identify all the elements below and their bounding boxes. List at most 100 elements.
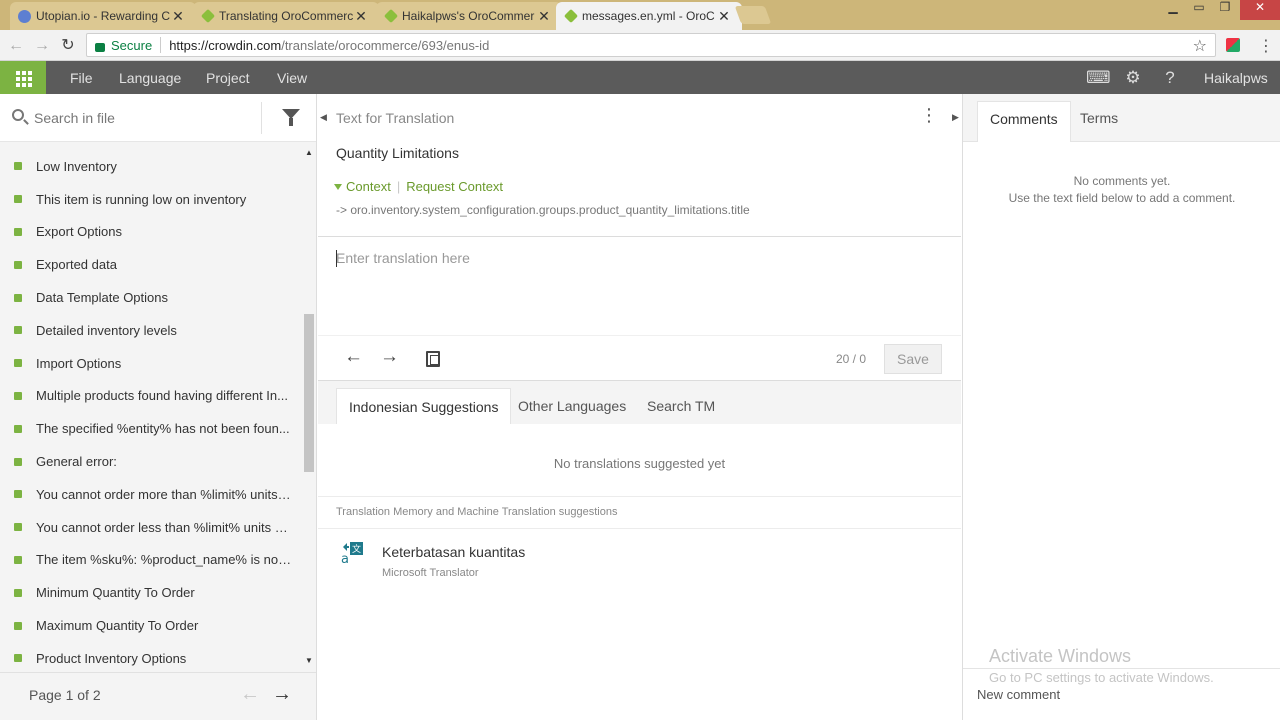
- translated-status-icon: [14, 293, 22, 302]
- tab-indonesian-suggestions[interactable]: Indonesian Suggestions: [336, 388, 512, 424]
- list-item[interactable]: You cannot order more than %limit% units…: [0, 478, 300, 511]
- pagination: Page 1 of 2 ← →: [0, 672, 316, 720]
- forward-icon[interactable]: →: [32, 36, 52, 56]
- list-item[interactable]: You cannot order less than %limit% units…: [0, 511, 300, 544]
- extension-icon[interactable]: [1226, 38, 1240, 52]
- browser-menu-icon[interactable]: ⋮: [1258, 36, 1274, 56]
- menu-view[interactable]: View: [277, 70, 307, 86]
- text-caret: [336, 250, 337, 267]
- new-comment-placeholder: New comment: [977, 687, 1061, 702]
- url-field[interactable]: Secure https://crowdin.com/translate/oro…: [86, 33, 1216, 57]
- list-item[interactable]: Import Options: [0, 347, 300, 380]
- divider: [261, 102, 262, 134]
- suggestion-source: Microsoft Translator: [382, 567, 479, 579]
- close-icon[interactable]: ✕: [536, 8, 552, 25]
- editor-header: Text for Translation: [336, 110, 455, 126]
- apps-grid-icon[interactable]: [0, 61, 46, 94]
- prev-page-icon[interactable]: ←: [240, 683, 260, 706]
- collapse-right-icon[interactable]: ▶: [952, 112, 959, 123]
- address-bar: ← → ↻ Secure https://crowdin.com/transla…: [0, 30, 1280, 61]
- restore-icon[interactable]: ▭: [1186, 0, 1212, 20]
- url-path: /translate/orocommerce/693/enus-id: [281, 37, 490, 53]
- menu-language[interactable]: Language: [119, 70, 181, 86]
- tab-comments[interactable]: Comments: [977, 101, 1071, 142]
- browser-tab[interactable]: Translating OroCommerc ✕: [193, 2, 379, 30]
- window-close-icon[interactable]: ✕: [1240, 0, 1280, 20]
- secure-label: Secure: [111, 37, 153, 53]
- minimize-icon[interactable]: ▁: [1160, 0, 1186, 20]
- list-item[interactable]: The item %sku%: %product_name% is not ..…: [0, 544, 300, 577]
- gear-icon[interactable]: ⚙: [1123, 68, 1143, 88]
- tab-terms[interactable]: Terms: [1068, 101, 1130, 142]
- browser-tab-active[interactable]: messages.en.yml - OroC ✕: [556, 2, 742, 30]
- search-input[interactable]: [34, 106, 254, 130]
- translated-status-icon: [14, 195, 22, 204]
- string-key: -> oro.inventory.system_configuration.gr…: [336, 203, 750, 217]
- tab-title: Translating OroCommerc: [219, 9, 353, 23]
- translate-icon: a 文: [341, 542, 363, 565]
- list-item[interactable]: General error:: [0, 445, 300, 478]
- scroll-down-icon[interactable]: ▼: [305, 656, 313, 665]
- list-item[interactable]: Exported data: [0, 248, 300, 281]
- menu-file[interactable]: File: [70, 70, 93, 86]
- request-context-link[interactable]: Request Context: [406, 179, 503, 194]
- translated-status-icon: [14, 621, 22, 630]
- translated-status-icon: [14, 555, 22, 564]
- browser-tab[interactable]: Utopian.io - Rewarding C ✕: [10, 2, 196, 30]
- no-suggestions-text: No translations suggested yet: [553, 456, 726, 471]
- editor-toolbar: ← → 20 / 0 Save: [318, 335, 961, 381]
- more-options-icon[interactable]: ⋮: [920, 106, 938, 124]
- translated-status-icon: [14, 457, 22, 466]
- back-icon[interactable]: ←: [6, 36, 26, 56]
- new-tab-button[interactable]: [734, 6, 772, 24]
- keyboard-icon[interactable]: ⌨: [1086, 68, 1111, 88]
- translated-status-icon: [14, 523, 22, 532]
- help-icon[interactable]: ?: [1160, 68, 1180, 88]
- browser-tab[interactable]: Haikalpws's OroCommer ✕: [376, 2, 562, 30]
- copy-source-icon[interactable]: [426, 351, 440, 367]
- divider: [160, 37, 162, 53]
- editor-panel: ◀ Text for Translation ⋮ ▶ Quantity Limi…: [318, 94, 961, 720]
- list-item[interactable]: This item is running low on inventory: [0, 183, 300, 216]
- scroll-up-icon[interactable]: ▲: [305, 148, 313, 157]
- list-item[interactable]: Detailed inventory levels: [0, 314, 300, 347]
- list-item[interactable]: Product Inventory Options: [0, 642, 300, 675]
- list-item[interactable]: Multiple products found having different…: [0, 380, 300, 413]
- next-page-icon[interactable]: →: [272, 683, 292, 706]
- previous-string-icon[interactable]: ←: [344, 346, 363, 368]
- svg-text:文: 文: [352, 543, 361, 555]
- source-string: Quantity Limitations: [336, 145, 459, 161]
- context-toggle[interactable]: Context: [346, 179, 391, 194]
- collapse-left-icon[interactable]: ◀: [320, 112, 327, 123]
- scrollbar-thumb[interactable]: [304, 314, 314, 472]
- crowdin-icon: [563, 8, 579, 24]
- username[interactable]: Haikalpws: [1204, 70, 1268, 86]
- utopian-icon: [18, 10, 31, 23]
- translated-status-icon: [14, 326, 22, 335]
- maximize-icon[interactable]: ❐: [1212, 0, 1238, 20]
- bookmark-star-icon[interactable]: ☆: [1193, 36, 1207, 56]
- list-item[interactable]: The specified %entity% has not been foun…: [0, 412, 300, 445]
- list-item[interactable]: Maximum Quantity To Order: [0, 609, 300, 642]
- next-string-icon[interactable]: →: [380, 346, 399, 368]
- tm-section-header: Translation Memory and Machine Translati…: [336, 506, 618, 518]
- divider: [318, 496, 961, 497]
- tab-other-languages[interactable]: Other Languages: [506, 388, 638, 424]
- divider: [318, 528, 961, 529]
- save-button[interactable]: Save: [884, 344, 942, 374]
- close-icon[interactable]: ✕: [716, 8, 732, 25]
- reload-icon[interactable]: ↻: [58, 36, 78, 56]
- close-icon[interactable]: ✕: [170, 8, 186, 25]
- browser-tab-bar: Utopian.io - Rewarding C ✕ Translating O…: [0, 0, 1280, 30]
- list-item[interactable]: Minimum Quantity To Order: [0, 576, 300, 609]
- machine-suggestion[interactable]: Keterbatasan kuantitas: [382, 544, 525, 560]
- list-item[interactable]: Export Options: [0, 216, 300, 249]
- filter-icon[interactable]: [282, 109, 300, 126]
- list-item[interactable]: Data Template Options: [0, 281, 300, 314]
- tab-search-tm[interactable]: Search TM: [635, 388, 727, 424]
- translated-status-icon: [14, 588, 22, 597]
- close-icon[interactable]: ✕: [353, 8, 369, 25]
- list-item[interactable]: Low Inventory: [0, 150, 300, 183]
- translation-input[interactable]: [318, 237, 961, 335]
- menu-project[interactable]: Project: [206, 70, 250, 86]
